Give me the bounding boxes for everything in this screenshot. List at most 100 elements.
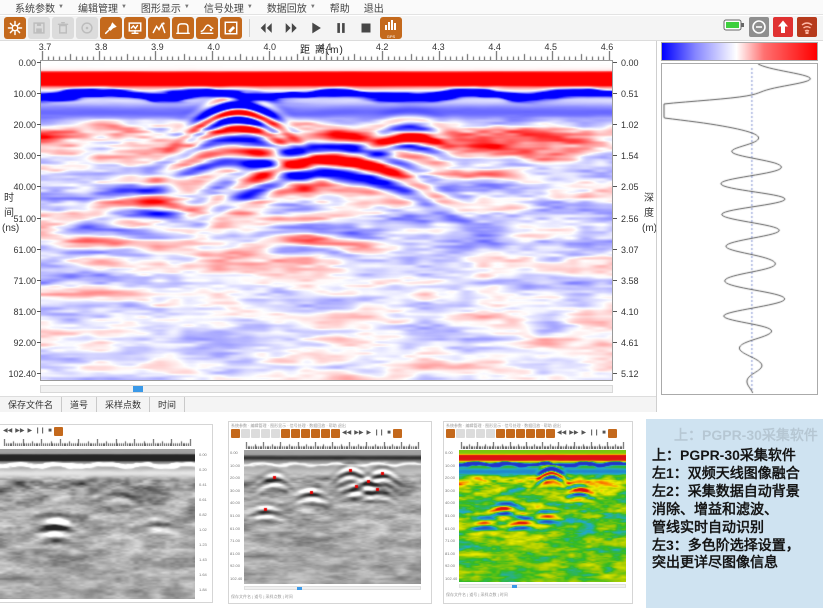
status-tab-4[interactable]: 时间 <box>150 397 185 412</box>
menu-item-4[interactable]: 信号处理▼ <box>197 0 260 15</box>
pause-button[interactable] <box>330 17 352 39</box>
stop-button[interactable] <box>355 17 377 39</box>
mini-axis-tick: 0.00 <box>445 451 453 455</box>
scrollbar-thumb[interactable] <box>133 386 143 392</box>
thumb1-axis-tick: 0.20 <box>199 468 207 472</box>
mini-playback-icon: ▶▶ <box>569 429 578 438</box>
right-axis-tick: 4.61 <box>621 338 639 348</box>
mini-axis-tick: 61.00 <box>230 527 240 531</box>
color-scale-bar <box>661 42 818 61</box>
mini-tool-icon <box>301 429 310 438</box>
mini-gps-icon <box>608 429 617 438</box>
settings-button[interactable] <box>4 17 26 39</box>
menu-item-label: 帮助 <box>330 0 350 15</box>
menu-item-5[interactable]: 数据回放▼ <box>260 0 323 15</box>
mini-tool-icon <box>281 429 290 438</box>
gain-button[interactable] <box>148 17 170 39</box>
mini-playback-icon: ❙❙ <box>589 429 599 438</box>
toolbar-right-icons <box>723 17 817 37</box>
mini-tool-icon <box>291 429 300 438</box>
chevron-down-icon: ▼ <box>247 4 253 10</box>
right-axis-tick: 4.10 <box>621 307 639 317</box>
filter-button[interactable] <box>196 17 218 39</box>
save-icon <box>30 19 48 37</box>
play-button[interactable] <box>305 17 327 39</box>
radargram-canvas[interactable] <box>41 61 612 380</box>
thumb1-axis-tick: 0.82 <box>199 513 207 517</box>
tick-mark <box>37 280 41 281</box>
thumb3-scrollbar <box>459 584 626 588</box>
mini-axis-tick: 30.00 <box>445 489 455 493</box>
fast-forward-button[interactable] <box>280 17 302 39</box>
pin-button[interactable] <box>100 17 122 39</box>
tick-mark <box>37 249 41 250</box>
menu-item-6[interactable]: 帮助 <box>323 0 357 15</box>
trace-panel <box>661 63 818 395</box>
left-axis-tick: 81.00 <box>2 307 36 317</box>
chevron-down-icon: ▼ <box>184 4 190 10</box>
tick-mark <box>37 93 41 94</box>
thumbnail-auto-detection: 系统参数 · 编辑管理 · 图形显示 · 信号处理 · 数据回放 · 帮助 退出… <box>228 421 432 604</box>
mini-toolbar: ◀◀▶▶▶❙❙■ <box>231 429 402 438</box>
upload-icon[interactable] <box>773 17 793 37</box>
stop-icon <box>357 19 375 37</box>
top-axis-tick: 4.1 <box>320 42 333 52</box>
tick-mark <box>613 62 617 63</box>
status-tab-2[interactable]: 道号 <box>62 397 97 412</box>
disc-icon <box>78 19 96 37</box>
delete-button[interactable] <box>52 17 74 39</box>
horizontal-scrollbar[interactable] <box>40 385 613 393</box>
left-axis-tick: 20.00 <box>2 120 36 130</box>
top-axis-tick: 4.0 <box>264 42 277 52</box>
antenna-icon[interactable] <box>797 17 817 37</box>
caption-line: 左3：多色阶选择设置， <box>652 537 817 555</box>
menu-item-2[interactable]: 编辑管理▼ <box>71 0 134 15</box>
right-axis-tick: 5.12 <box>621 369 639 379</box>
thumb1-axis-tick: 0.41 <box>199 483 207 487</box>
thumb1-axis-tick: 1.02 <box>199 528 207 532</box>
erase-icon <box>222 19 240 37</box>
mini-playback-icon: ◀◀ <box>342 429 351 438</box>
tick-mark <box>613 249 617 250</box>
status-tab-1[interactable]: 保存文件名 <box>0 397 62 412</box>
tick-mark <box>613 311 617 312</box>
left-axis-tick: 71.00 <box>2 276 36 286</box>
gate-button[interactable] <box>172 17 194 39</box>
top-axis-tick: 4.4 <box>488 42 501 52</box>
mini-axis-tick: 20.00 <box>445 476 455 480</box>
menu-item-1[interactable]: 系统参数▼ <box>8 0 71 15</box>
erase-button[interactable] <box>220 17 242 39</box>
mini-playback-icon: ▶ <box>581 429 586 438</box>
top-axis-tick: 3.8 <box>95 42 108 52</box>
mini-axis-tick: 102.40 <box>445 577 457 581</box>
menu-item-7[interactable]: 退出 <box>357 0 391 15</box>
mini-axis-tick: 51.00 <box>445 514 455 518</box>
thumb3-status-line: 保存文件名 | 道号 | 采样点数 | 时间 <box>446 592 508 598</box>
mini-axis-tick: 61.00 <box>445 527 455 531</box>
gps-button[interactable]: GPS <box>380 17 402 39</box>
trace-waveform-canvas <box>662 64 817 394</box>
rewind-button[interactable] <box>255 17 277 39</box>
mini-playback-icon: ▶▶ <box>15 427 24 436</box>
right-axis-tick: 0.51 <box>621 89 639 99</box>
play-icon <box>307 19 325 37</box>
status-tab-3[interactable]: 采样点数 <box>97 397 150 412</box>
mini-tool-icon <box>241 429 250 438</box>
tick-mark <box>613 124 617 125</box>
right-axis-tick: 1.02 <box>621 120 639 130</box>
right-axis-tick: 0.00 <box>621 58 639 68</box>
left-axis-tick: 61.00 <box>2 245 36 255</box>
menu-item-label: 系统参数 <box>15 0 55 15</box>
thumb3-ruler <box>459 442 627 449</box>
menu-item-3[interactable]: 图形显示▼ <box>134 0 197 15</box>
thumb1-axis-tick: 0.00 <box>199 453 207 457</box>
chevron-down-icon: ▼ <box>310 4 316 10</box>
disc-button[interactable] <box>76 17 98 39</box>
menu-item-label: 信号处理 <box>204 0 244 15</box>
tick-mark <box>37 155 41 156</box>
trash-icon <box>54 19 72 37</box>
save-button[interactable] <box>28 17 50 39</box>
mini-playback-icon: ❙❙ <box>374 429 384 438</box>
display-button[interactable] <box>124 17 146 39</box>
gauge-icon[interactable] <box>749 17 769 37</box>
